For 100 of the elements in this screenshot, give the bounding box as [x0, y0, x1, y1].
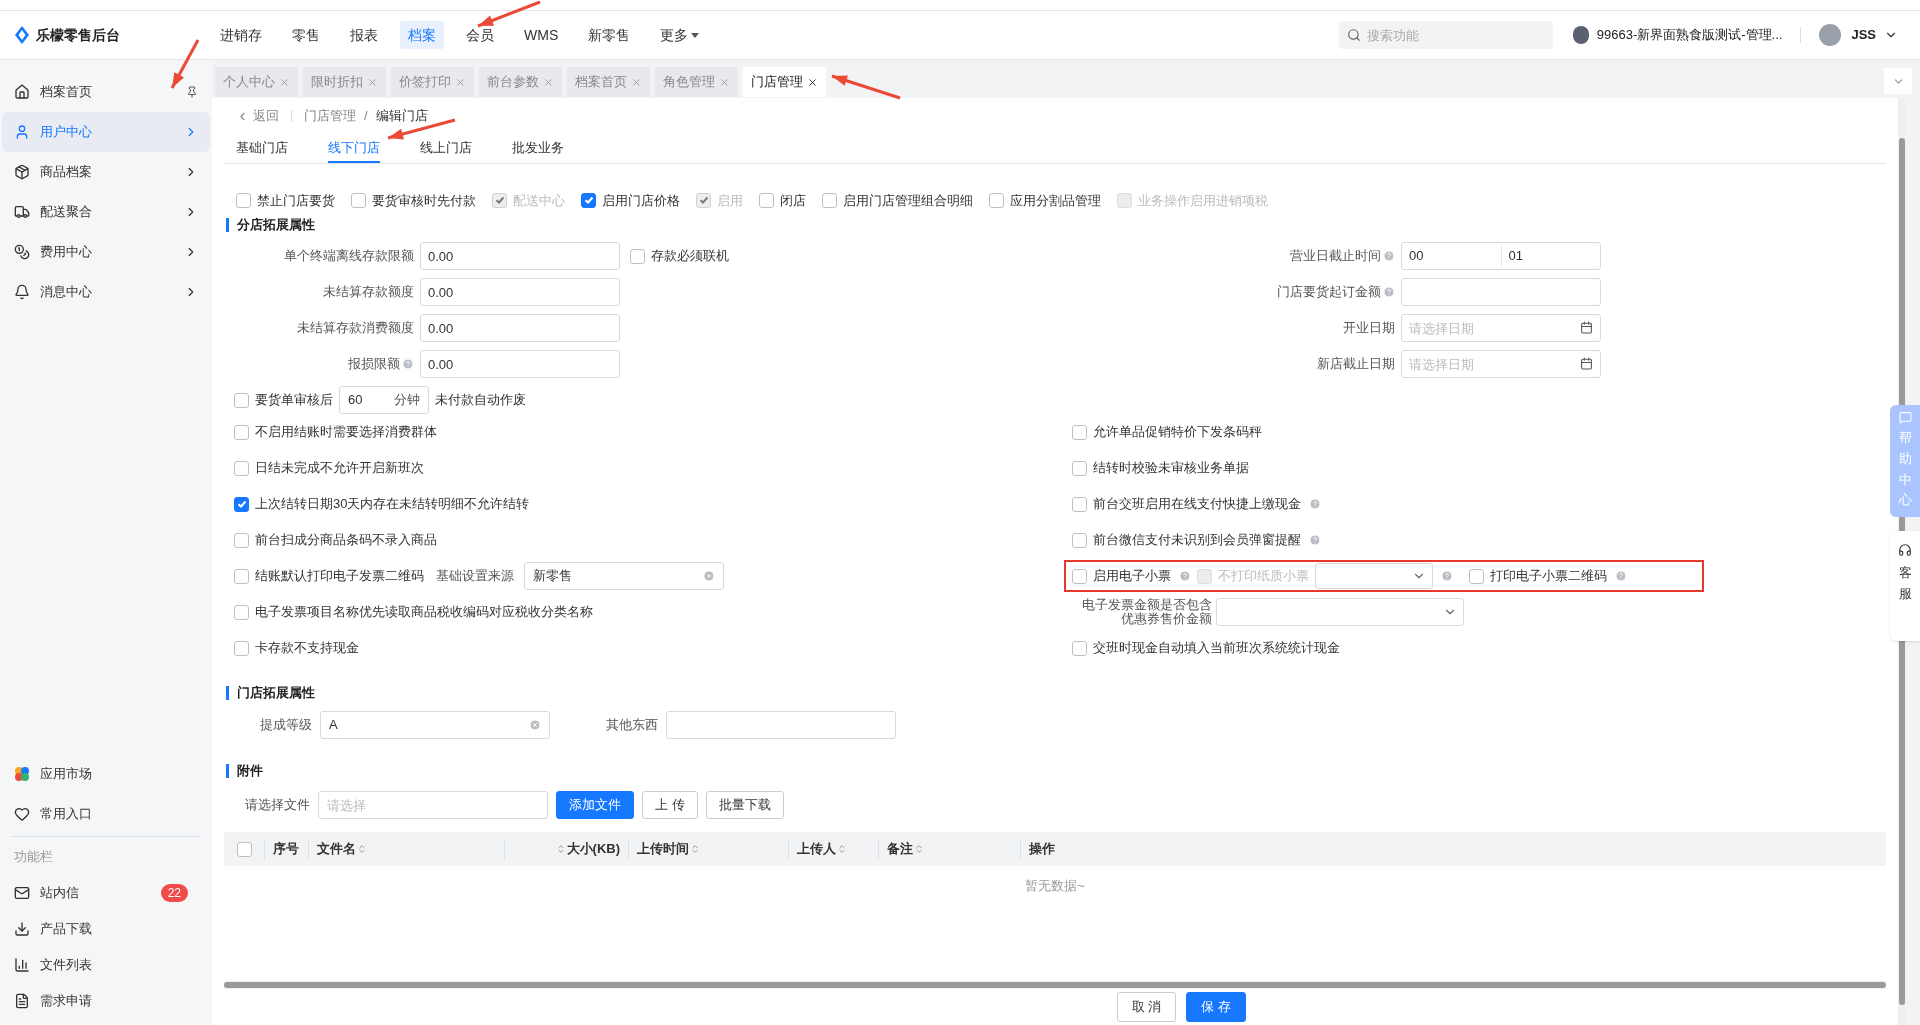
checkbox[interactable]: [236, 841, 252, 857]
nav-item[interactable]: 新零售: [580, 21, 639, 49]
action-button[interactable]: 添加文件: [556, 791, 634, 819]
checkbox[interactable]: [1469, 568, 1484, 584]
checkbox[interactable]: [234, 604, 249, 620]
sidebar-item[interactable]: 档案首页: [2, 72, 210, 112]
sidebar-item[interactable]: 文件列表: [2, 947, 210, 983]
column-header[interactable]: 备注: [887, 839, 924, 859]
sort-icon: [357, 843, 367, 855]
input-field[interactable]: [1401, 278, 1601, 306]
sidebar-item[interactable]: 常用入口: [2, 794, 210, 834]
option-label: 要货审核时先付款: [372, 191, 476, 210]
column-header[interactable]: 上传时间: [637, 839, 700, 859]
option-label: 业务操作启用进销项税: [1138, 191, 1268, 210]
field-label: 基础设置来源: [436, 567, 514, 586]
date-field[interactable]: 请选择日期: [1401, 350, 1601, 378]
minutes-field[interactable]: 60 分钟: [339, 386, 429, 414]
checkbox[interactable]: [822, 192, 837, 208]
time-value: 01: [1500, 246, 1600, 266]
input-field[interactable]: 0.00: [420, 242, 620, 270]
user-avatar: [1819, 24, 1842, 46]
action-button[interactable]: 批量下载: [705, 791, 784, 819]
search-field[interactable]: 搜索功能: [1338, 21, 1553, 49]
customer-service-tab[interactable]: 客服: [1890, 531, 1920, 642]
nav-item[interactable]: 更多: [652, 21, 708, 49]
sidebar-item[interactable]: 商品档案: [2, 152, 210, 192]
checkbox[interactable]: [1072, 640, 1087, 656]
checkbox[interactable]: [759, 192, 774, 208]
nav-item[interactable]: 报表: [342, 21, 386, 49]
form-tab[interactable]: 批发业务: [512, 134, 564, 163]
tabs-menu-button[interactable]: [1884, 68, 1912, 94]
date-field[interactable]: 请选择日期: [1401, 314, 1601, 342]
column-header[interactable]: 上传人: [797, 839, 847, 859]
checkbox[interactable]: [630, 248, 645, 264]
sidebar-item[interactable]: 站内信 22: [2, 875, 210, 911]
column-header[interactable]: 文件名: [317, 839, 367, 859]
store-avatar: [1572, 26, 1589, 44]
breadcrumb-item[interactable]: 门店管理: [304, 106, 356, 126]
checkbox[interactable]: [234, 392, 249, 408]
checkbox[interactable]: [234, 640, 249, 656]
pin-icon[interactable]: [186, 86, 198, 98]
checkbox[interactable]: [351, 192, 366, 208]
input-field[interactable]: 0.00: [420, 314, 620, 342]
checkbox[interactable]: [234, 460, 249, 476]
input-field[interactable]: A: [320, 711, 550, 739]
sidebar-item[interactable]: 消息中心: [2, 272, 210, 312]
checkbox[interactable]: [1072, 424, 1087, 440]
sidebar-item[interactable]: 配送聚合: [2, 192, 210, 232]
clear-icon[interactable]: [529, 719, 541, 731]
page-tab[interactable]: 门店管理: [743, 67, 826, 97]
input-field[interactable]: 0.00: [420, 350, 620, 378]
clear-icon[interactable]: [703, 570, 715, 582]
source-field[interactable]: 新零售: [524, 562, 724, 590]
back-link[interactable]: 返回: [236, 106, 279, 126]
checkbox[interactable]: [1072, 460, 1087, 476]
checkbox[interactable]: [989, 192, 1004, 208]
sidebar-item[interactable]: 用户中心: [2, 112, 210, 152]
column-header: 序号: [273, 840, 299, 859]
column-header[interactable]: 大小(KB): [555, 839, 620, 859]
sidebar-item[interactable]: 费用中心: [2, 232, 210, 272]
horizontal-scrollbar[interactable]: [224, 981, 1886, 989]
close-icon[interactable]: [807, 76, 818, 88]
file-field[interactable]: 请选择: [318, 791, 548, 819]
checkbox[interactable]: [234, 496, 249, 512]
nav-item[interactable]: WMS: [516, 21, 567, 49]
checkbox[interactable]: [234, 568, 249, 584]
nav-item[interactable]: 会员: [458, 21, 502, 49]
footer-button[interactable]: 保 存: [1186, 992, 1246, 1022]
store-name[interactable]: 99663-新界面熟食版测试-管理...: [1596, 25, 1783, 45]
section-title: 分店拓展属性: [237, 216, 315, 235]
dropdown-field[interactable]: [1216, 598, 1464, 626]
sidebar-item[interactable]: 需求申请: [2, 983, 210, 1019]
form-tab[interactable]: 基础门店: [236, 134, 288, 163]
form-tab[interactable]: 线上门店: [420, 134, 472, 163]
field-label: 新店截止日期: [1317, 355, 1395, 374]
form-tab[interactable]: 线下门店: [328, 134, 380, 163]
field-label: 请选择文件: [244, 796, 310, 815]
input-field[interactable]: 0.00: [420, 278, 620, 306]
sort-icon: [914, 843, 924, 855]
checkbox[interactable]: [1072, 496, 1087, 512]
checkbox[interactable]: [1072, 532, 1087, 548]
section-label: 功能栏: [13, 848, 54, 867]
nav-item[interactable]: 进销存: [212, 21, 270, 49]
checkbox[interactable]: [236, 192, 251, 208]
nav-item[interactable]: 零售: [284, 21, 328, 49]
sidebar-item[interactable]: 产品下载: [2, 911, 210, 947]
dropdown-field[interactable]: [1315, 563, 1433, 589]
checkbox[interactable]: [234, 424, 249, 440]
column-header: 操作: [1029, 840, 1055, 859]
checkbox[interactable]: [1072, 568, 1087, 584]
nav-item[interactable]: 档案: [400, 21, 444, 49]
sidebar-item[interactable]: 应用市场: [2, 754, 210, 794]
footer-button[interactable]: 取 消: [1116, 992, 1177, 1022]
checkbox[interactable]: [581, 192, 596, 208]
user-name[interactable]: JSS: [1851, 25, 1876, 45]
heart-icon: [14, 806, 30, 822]
input-field[interactable]: [666, 711, 896, 739]
action-button[interactable]: 上 传: [642, 791, 698, 819]
time-range-field[interactable]: 00 01: [1401, 242, 1601, 270]
checkbox[interactable]: [234, 532, 249, 548]
